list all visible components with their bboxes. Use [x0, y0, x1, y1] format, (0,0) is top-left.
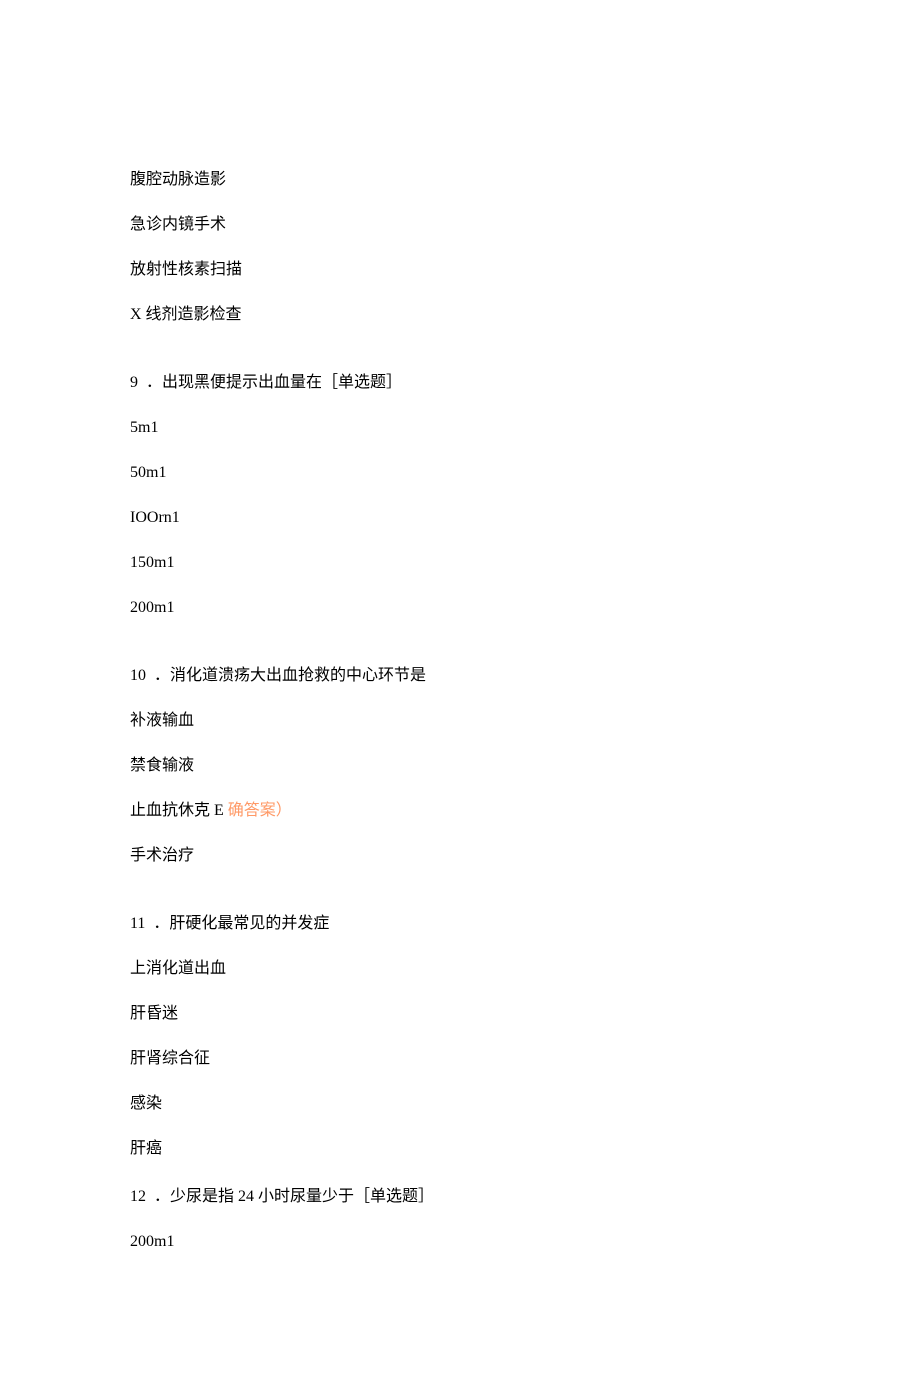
q11-number: 11: [130, 915, 145, 932]
q11-option-b: 肝昏迷: [130, 1002, 790, 1026]
q10-option-a: 补液输血: [130, 709, 790, 733]
q10-option-c-text: 止血抗休克 E: [130, 802, 224, 819]
q9-option-b: 50m1: [130, 461, 790, 485]
q10-number: 10: [130, 667, 146, 684]
q10-text: 消化道溃疡大出血抢救的中心环节是: [170, 667, 426, 684]
q10-option-c: 止血抗休克 E 确答案）: [130, 799, 790, 823]
q12-number: 12: [130, 1188, 146, 1205]
q11-option-c: 肝肾综合征: [130, 1047, 790, 1071]
q9-option-e: 200m1: [130, 596, 790, 620]
q10-stem: 10 ．消化道溃疡大出血抢救的中心环节是: [130, 664, 790, 688]
q9-option-c: IOOrn1: [130, 506, 790, 530]
q9-option-a: 5m1: [130, 416, 790, 440]
q8-option-c: 放射性核素扫描: [130, 258, 790, 282]
q9-option-d: 150m1: [130, 551, 790, 575]
q12-stem: 12 ．少尿是指 24 小时尿量少于［单选题］: [130, 1185, 790, 1209]
q11-option-a: 上消化道出血: [130, 957, 790, 981]
q9-text: 出现黑便提示出血量在［单选题］: [162, 374, 402, 391]
q10-option-b: 禁食输液: [130, 754, 790, 778]
document-page: 腹腔动脉造影 急诊内镜手术 放射性核素扫描 X 线剂造影检查 9 ．出现黑便提示…: [0, 0, 920, 1375]
q12-sep: ．: [154, 1188, 170, 1205]
q8-option-b: 急诊内镜手术: [130, 213, 790, 237]
q11-stem: 11 ．肝硬化最常见的并发症: [130, 912, 790, 936]
q10-answer-mark: 确答案）: [224, 802, 292, 819]
q10-sep: ．: [154, 667, 170, 684]
q8-option-d: X 线剂造影检查: [130, 303, 790, 327]
q9-number: 9: [130, 374, 138, 391]
q11-option-e: 肝癌: [130, 1137, 790, 1161]
q12-text: 少尿是指 24 小时尿量少于［单选题］: [170, 1188, 434, 1205]
q10-option-d: 手术治疗: [130, 844, 790, 868]
q11-text: 肝硬化最常见的并发症: [169, 915, 329, 932]
q11-sep: ．: [153, 915, 169, 932]
q9-stem: 9 ．出现黑便提示出血量在［单选题］: [130, 371, 790, 395]
q11-option-d: 感染: [130, 1092, 790, 1116]
q8-option-a: 腹腔动脉造影: [130, 168, 790, 192]
q9-sep: ．: [146, 374, 162, 391]
q12-option-a: 200m1: [130, 1230, 790, 1254]
